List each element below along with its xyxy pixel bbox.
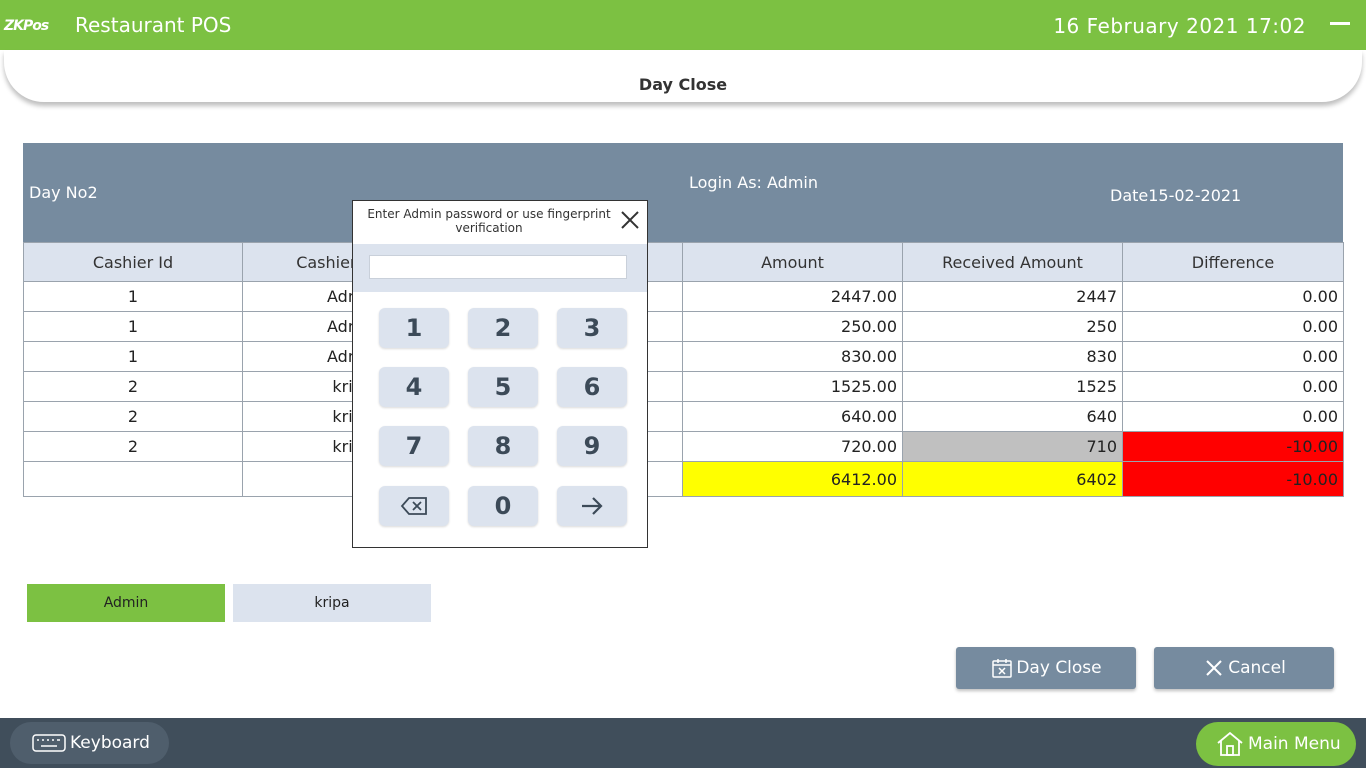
password-band: [353, 244, 647, 292]
cell-amount: 830.00: [682, 341, 903, 372]
password-input[interactable]: [369, 255, 627, 279]
minimize-icon[interactable]: [1330, 22, 1350, 25]
cashier-tab-kripa[interactable]: kripa: [233, 584, 431, 622]
cell-empty: [23, 461, 243, 497]
col-amount: Amount: [682, 242, 903, 282]
cancel-label: Cancel: [1228, 658, 1286, 678]
page-title-card: Day Close: [4, 50, 1362, 102]
day-info-bar: Day No2 Login As: Admin Date15-02-2021: [23, 143, 1343, 242]
cell-amount: 2447.00: [682, 281, 903, 312]
cell-amount: 640.00: [682, 401, 903, 432]
table-total-row: 6412.00 6402 -10.00: [23, 461, 1344, 497]
cashier-tab-admin[interactable]: Admin: [27, 584, 225, 622]
close-icon[interactable]: [619, 209, 641, 231]
zkpos-logo: ZKPos: [4, 13, 49, 35]
key-7[interactable]: 7: [379, 426, 449, 466]
table-row[interactable]: 1 Admin 2447.00 2447 0.00: [23, 281, 1344, 312]
backspace-icon: [400, 497, 427, 515]
key-backspace[interactable]: [379, 486, 449, 526]
day-close-button[interactable]: Day Close: [956, 647, 1136, 689]
total-difference: -10.00: [1122, 461, 1344, 497]
dialog-message-line2: verification: [455, 221, 523, 235]
table-row[interactable]: 1 Admin 250.00 250 0.00: [23, 311, 1344, 342]
key-8[interactable]: 8: [468, 426, 538, 466]
cell-cashier-id: 2: [23, 401, 243, 432]
enter-arrow-icon: [582, 497, 603, 515]
key-3[interactable]: 3: [557, 308, 627, 348]
day-date: Date15-02-2021: [1110, 186, 1242, 205]
app-title: Restaurant POS: [75, 13, 232, 37]
cell-received[interactable]: 250: [902, 311, 1123, 342]
dialog-message: Enter Admin password or use fingerprint …: [361, 207, 617, 235]
logo-main: ZK: [4, 18, 24, 34]
key-0[interactable]: 0: [468, 486, 538, 526]
cell-difference: -10.00: [1122, 431, 1344, 462]
main-menu-label: Main Menu: [1248, 734, 1341, 754]
col-received-amount: Received Amount: [902, 242, 1123, 282]
cell-received[interactable]: 640: [902, 401, 1123, 432]
table-row[interactable]: 1 Admin 830.00 830 0.00: [23, 341, 1344, 372]
top-bar: ZKPos Restaurant POS 16 February 2021 17…: [0, 0, 1366, 50]
table-row[interactable]: 2 kripa 1525.00 1525 0.00: [23, 371, 1344, 402]
keyboard-icon: [32, 734, 66, 752]
day-close-label: Day Close: [1016, 658, 1102, 678]
cell-difference: 0.00: [1122, 401, 1344, 432]
key-1[interactable]: 1: [379, 308, 449, 348]
day-number: Day No2: [29, 183, 98, 202]
admin-password-dialog: Enter Admin password or use fingerprint …: [352, 200, 648, 548]
cell-received[interactable]: 2447: [902, 281, 1123, 312]
dialog-message-line1: Enter Admin password or use fingerprint: [367, 207, 611, 221]
close-icon: [1206, 660, 1222, 676]
day-close-table: Cashier Id Cashier Name Amount Received …: [23, 242, 1344, 497]
cell-difference: 0.00: [1122, 281, 1344, 312]
key-2[interactable]: 2: [468, 308, 538, 348]
key-5[interactable]: 5: [468, 367, 538, 407]
cell-cashier-id: 2: [23, 371, 243, 402]
cell-cashier-id: 1: [23, 281, 243, 312]
key-enter[interactable]: [557, 486, 627, 526]
login-as: Login As: Admin: [689, 173, 818, 192]
total-amount: 6412.00: [682, 461, 903, 497]
cell-received[interactable]: 830: [902, 341, 1123, 372]
keyboard-button[interactable]: Keyboard: [10, 722, 169, 764]
cell-difference: 0.00: [1122, 371, 1344, 402]
total-received: 6402: [902, 461, 1123, 497]
key-4[interactable]: 4: [379, 367, 449, 407]
bottom-bar: Keyboard Main Menu: [0, 718, 1366, 768]
table-header-row: Cashier Id Cashier Name Amount Received …: [23, 242, 1344, 282]
cell-cashier-id: 2: [23, 431, 243, 462]
cancel-button[interactable]: Cancel: [1154, 647, 1334, 689]
cell-difference: 0.00: [1122, 341, 1344, 372]
keyboard-label: Keyboard: [70, 733, 150, 753]
main-menu-button[interactable]: Main Menu: [1196, 722, 1356, 766]
cell-amount: 250.00: [682, 311, 903, 342]
col-cashier-id: Cashier Id: [23, 242, 243, 282]
logo-sub: Pos: [23, 18, 49, 34]
page-title: Day Close: [638, 75, 728, 94]
key-6[interactable]: 6: [557, 367, 627, 407]
cell-received[interactable]: 1525: [902, 371, 1123, 402]
cell-amount: 1525.00: [682, 371, 903, 402]
table-row[interactable]: 2 kripa 640.00 640 0.00: [23, 401, 1344, 432]
calendar-close-icon: [992, 659, 1013, 678]
cell-cashier-id: 1: [23, 311, 243, 342]
cell-amount: 720.00: [682, 431, 903, 462]
cell-difference: 0.00: [1122, 311, 1344, 342]
table-row[interactable]: 2 kripa 720.00 710 -10.00: [23, 431, 1344, 462]
cell-cashier-id: 1: [23, 341, 243, 372]
home-icon: [1217, 731, 1243, 756]
header-datetime: 16 February 2021 17:02: [1053, 14, 1306, 38]
col-difference: Difference: [1122, 242, 1344, 282]
cell-received[interactable]: 710: [902, 431, 1123, 462]
key-9[interactable]: 9: [557, 426, 627, 466]
